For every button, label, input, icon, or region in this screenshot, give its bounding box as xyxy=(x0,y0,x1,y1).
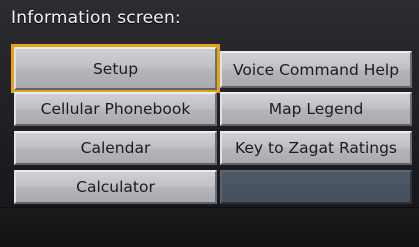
calendar-button[interactable]: Calendar xyxy=(14,131,217,165)
page-title: Information screen: xyxy=(11,8,181,28)
setup-button[interactable]: Setup xyxy=(11,44,220,93)
information-screen: Information screen: Setup Cellular Phone… xyxy=(0,0,419,247)
bottom-band xyxy=(0,207,419,247)
calculator-button[interactable]: Calculator xyxy=(14,170,217,204)
voice-command-help-button[interactable]: Voice Command Help xyxy=(220,51,412,88)
empty-menu-slot xyxy=(220,170,412,204)
cellular-phonebook-button[interactable]: Cellular Phonebook xyxy=(14,92,217,126)
map-legend-button[interactable]: Map Legend xyxy=(220,92,412,126)
key-to-zagat-ratings-button[interactable]: Key to Zagat Ratings xyxy=(220,131,412,165)
